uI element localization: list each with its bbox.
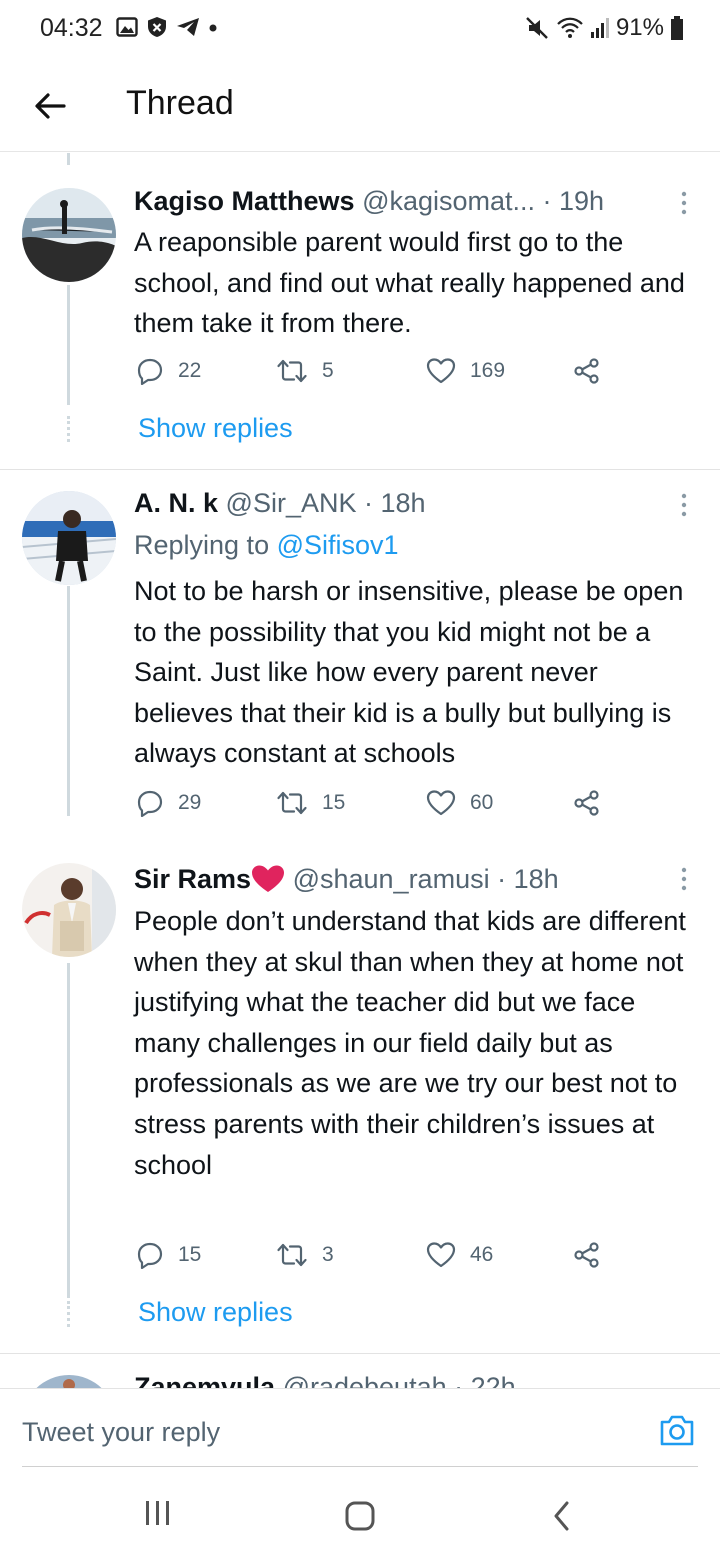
- divider: [0, 469, 720, 470]
- tweet-time: · 22h: [446, 1372, 516, 1388]
- shield-icon: [148, 17, 166, 37]
- reply-icon: [137, 1242, 163, 1269]
- divider: [0, 1353, 720, 1354]
- thread-line: [67, 963, 70, 1298]
- replying-to-mention[interactable]: @Sifisov1: [277, 530, 399, 560]
- tweet-actions: 22 5 169: [136, 357, 636, 393]
- share-button[interactable]: [573, 357, 601, 385]
- image-icon: [116, 17, 138, 37]
- author-handle[interactable]: @shaun_ramusi: [293, 864, 490, 894]
- share-button[interactable]: [573, 1241, 601, 1269]
- like-button[interactable]: 60: [426, 789, 493, 817]
- like-count: 46: [470, 1243, 494, 1266]
- share-icon: [574, 1242, 599, 1268]
- thread-line: [67, 153, 70, 165]
- tweet-time: · 18h: [356, 488, 426, 518]
- wifi-icon: [557, 17, 583, 38]
- retweet-count: 15: [322, 791, 346, 814]
- heart-icon: [426, 790, 456, 816]
- author-name[interactable]: Sir Rams: [134, 864, 251, 894]
- retweet-button[interactable]: 5: [276, 357, 334, 385]
- thread-dots: [67, 1301, 70, 1327]
- composer-underline: [22, 1466, 698, 1467]
- reply-count: 22: [178, 359, 202, 382]
- dot-icon: [209, 24, 217, 32]
- camera-icon[interactable]: [658, 1411, 696, 1449]
- author-handle[interactable]: @Sir_ANK: [226, 488, 357, 518]
- status-bar: 04:32 91%: [0, 0, 720, 62]
- show-replies-link[interactable]: Show replies: [138, 413, 293, 444]
- thread-line: [67, 586, 70, 816]
- retweet-icon: [277, 1243, 307, 1267]
- page-title: Thread: [126, 84, 234, 122]
- reply-icon: [137, 790, 163, 817]
- more-vertical-icon[interactable]: [678, 491, 690, 519]
- avatar[interactable]: [22, 188, 116, 282]
- show-replies-link[interactable]: Show replies: [138, 1297, 293, 1328]
- battery-icon: [671, 16, 683, 40]
- tweet-actions: 29 15 60: [136, 789, 636, 825]
- system-nav-bar: [0, 1468, 720, 1560]
- replying-to: Replying to @Sifisov1: [134, 530, 399, 561]
- tweet-text: People don’t understand that kids are di…: [134, 906, 686, 1180]
- share-button[interactable]: [573, 789, 601, 817]
- heart-icon: [426, 358, 456, 384]
- share-icon: [574, 790, 599, 816]
- reply-button[interactable]: 15: [136, 1241, 201, 1269]
- author-handle[interactable]: @kagisomat...: [362, 186, 535, 216]
- reply-input[interactable]: Tweet your reply: [22, 1417, 220, 1448]
- author-name[interactable]: Kagiso Matthews: [134, 186, 355, 216]
- like-count: 60: [470, 791, 494, 814]
- retweet-button[interactable]: 3: [276, 1241, 334, 1269]
- arrow-left-icon[interactable]: [30, 86, 70, 126]
- tweet-time: · 18h: [489, 864, 559, 894]
- mute-icon: [526, 17, 548, 39]
- avatar[interactable]: [22, 863, 116, 957]
- reply-composer[interactable]: Tweet your reply: [0, 1388, 720, 1468]
- retweet-icon: [277, 359, 307, 383]
- reply-icon: [137, 358, 163, 385]
- home-icon[interactable]: [344, 1500, 376, 1532]
- author-name[interactable]: Zanemvula: [134, 1372, 275, 1388]
- tweet-text: A reaponsible parent would first go to t…: [134, 227, 685, 339]
- reply-count: 29: [178, 791, 202, 814]
- more-vertical-icon[interactable]: [678, 865, 690, 893]
- retweet-icon: [277, 791, 307, 815]
- replying-to-prefix: Replying to: [134, 530, 277, 560]
- heart-icon: [426, 1242, 456, 1268]
- like-button[interactable]: 169: [426, 357, 505, 385]
- retweet-count: 3: [322, 1243, 334, 1266]
- signal-icon: [590, 18, 609, 38]
- author-name[interactable]: A. N. k: [134, 488, 218, 518]
- battery-percent: 91%: [615, 14, 664, 41]
- author-handle[interactable]: @radebeutah: [283, 1372, 447, 1388]
- tweet-text: Not to be harsh or insensitive, please b…: [134, 576, 684, 769]
- status-time: 04:32: [40, 14, 103, 42]
- retweet-button[interactable]: 15: [276, 789, 345, 817]
- like-button[interactable]: 46: [426, 1241, 493, 1269]
- back-chevron-icon[interactable]: [552, 1500, 572, 1532]
- more-vertical-icon[interactable]: [678, 189, 690, 217]
- thread-dots: [67, 416, 70, 442]
- tweet-time: · 19h: [535, 186, 605, 216]
- retweet-count: 5: [322, 359, 334, 382]
- reply-button[interactable]: 29: [136, 789, 201, 817]
- telegram-icon: [177, 18, 199, 36]
- avatar[interactable]: [22, 491, 116, 585]
- reply-count: 15: [178, 1243, 202, 1266]
- top-app-bar: Thread: [0, 62, 720, 152]
- thread-line: [67, 285, 70, 405]
- tweet-actions: 15 3 46: [136, 1241, 636, 1277]
- red-heart-emoji-icon: [252, 865, 285, 892]
- recents-icon[interactable]: [143, 1498, 173, 1528]
- share-icon: [574, 358, 599, 384]
- avatar[interactable]: [22, 1375, 116, 1388]
- reply-button[interactable]: 22: [136, 357, 201, 385]
- like-count: 169: [470, 359, 506, 382]
- thread-list[interactable]: Kagiso Matthews @kagisomat... · 19h A re…: [0, 153, 720, 1388]
